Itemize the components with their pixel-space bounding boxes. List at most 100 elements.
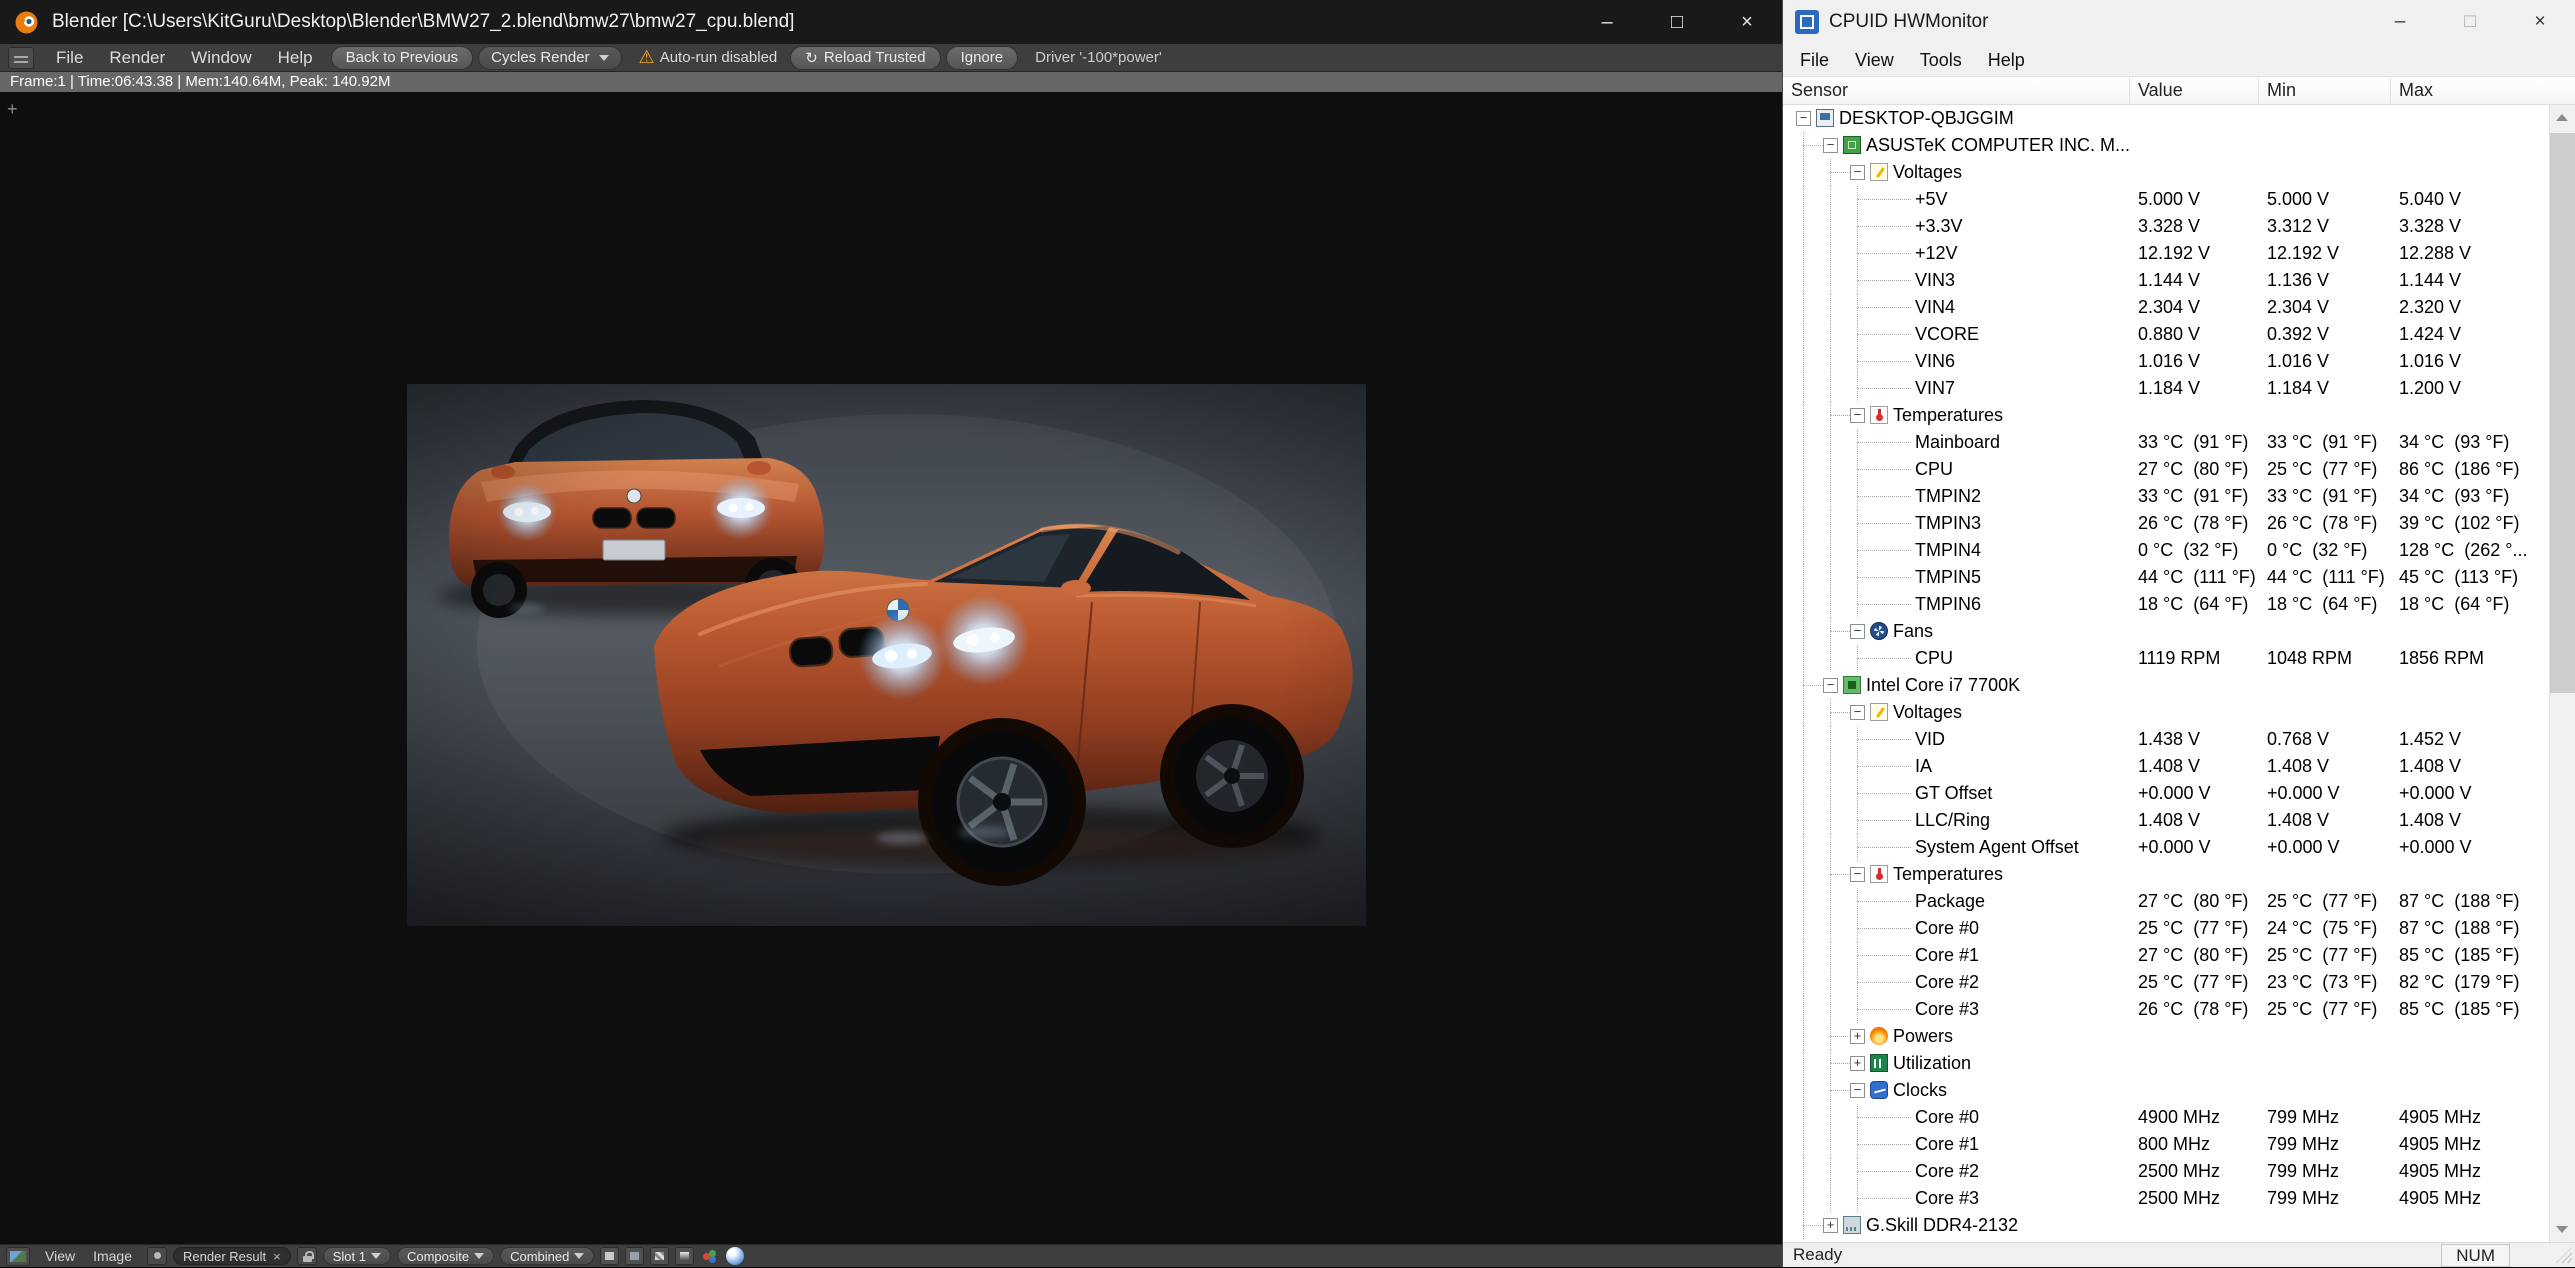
channel-rgb-button[interactable]	[625, 1247, 644, 1265]
color-sample-icon[interactable]	[700, 1247, 720, 1265]
sensor-row[interactable]: System Agent Offset+0.000 V+0.000 V+0.00…	[1783, 834, 2549, 861]
sensor-row[interactable]: −Voltages	[1783, 699, 2549, 726]
sensor-row[interactable]: TMPIN40 °C (32 °F)0 °C (32 °F)128 °C (26…	[1783, 537, 2549, 564]
menu-view[interactable]: View	[1842, 50, 1907, 71]
menu-image[interactable]: Image	[84, 1245, 141, 1268]
menu-help[interactable]: Help	[265, 44, 326, 72]
sensor-row[interactable]: Core #32500 MHz799 MHz4905 MHz	[1783, 1185, 2549, 1212]
vertical-scrollbar[interactable]	[2549, 105, 2575, 1242]
sensor-row[interactable]: VCORE0.880 V0.392 V1.424 V	[1783, 321, 2549, 348]
sensor-row[interactable]: +G.Skill DDR4-2132	[1783, 1212, 2549, 1239]
sensor-row[interactable]: −Fans	[1783, 618, 2549, 645]
channel-z-button[interactable]	[675, 1247, 694, 1265]
sensor-row[interactable]: +5V5.000 V5.000 V5.040 V	[1783, 186, 2549, 213]
display-channel-select[interactable]: Combined	[500, 1247, 594, 1265]
region-expand-icon[interactable]: +	[7, 99, 18, 120]
menu-render[interactable]: Render	[96, 44, 178, 72]
tree-line	[1830, 969, 1831, 996]
sensor-row[interactable]: +Powers	[1783, 1023, 2549, 1050]
sensor-row[interactable]: TMPIN233 °C (91 °F)33 °C (91 °F)34 °C (9…	[1783, 483, 2549, 510]
sensor-row[interactable]: Core #04900 MHz799 MHz4905 MHz	[1783, 1104, 2549, 1131]
unlink-icon[interactable]: ×	[273, 1249, 281, 1264]
sensor-row[interactable]: −ASUSTeK COMPUTER INC. M...	[1783, 132, 2549, 159]
collapse-icon[interactable]: −	[1823, 138, 1838, 153]
sensor-row[interactable]: TMPIN544 °C (111 °F)44 °C (111 °F)45 °C …	[1783, 564, 2549, 591]
hwmonitor-minimize-button[interactable]: –	[2365, 0, 2435, 44]
scroll-down-icon[interactable]	[2550, 1216, 2575, 1242]
channel-alpha-button[interactable]	[650, 1247, 669, 1265]
resize-grip[interactable]	[2556, 1247, 2572, 1263]
collapse-icon[interactable]: −	[1850, 867, 1865, 882]
scroll-up-icon[interactable]	[2550, 105, 2575, 131]
slot-select[interactable]: Slot 1	[323, 1247, 391, 1265]
sensor-row[interactable]: −Temperatures	[1783, 861, 2549, 888]
sensor-row[interactable]: −Intel Core i7 7700K	[1783, 672, 2549, 699]
hwmonitor-close-button[interactable]: ×	[2505, 0, 2575, 44]
sensor-row[interactable]: Core #025 °C (77 °F)24 °C (75 °F)87 °C (…	[1783, 915, 2549, 942]
menu-help[interactable]: Help	[1975, 50, 2038, 71]
collapse-icon[interactable]: −	[1796, 111, 1811, 126]
sensor-row[interactable]: CPU1119 RPM1048 RPM1856 RPM	[1783, 645, 2549, 672]
sensor-row[interactable]: Core #326 °C (78 °F)25 °C (77 °F)85 °C (…	[1783, 996, 2549, 1023]
sensor-row[interactable]: Core #1800 MHz799 MHz4905 MHz	[1783, 1131, 2549, 1158]
sensor-row[interactable]: +12V12.192 V12.192 V12.288 V	[1783, 240, 2549, 267]
sensor-row[interactable]: Core #225 °C (77 °F)23 °C (73 °F)82 °C (…	[1783, 969, 2549, 996]
sensor-row[interactable]: GT Offset+0.000 V+0.000 V+0.000 V	[1783, 780, 2549, 807]
sensor-row[interactable]: VIN71.184 V1.184 V1.200 V	[1783, 375, 2549, 402]
image-editor-type-icon[interactable]	[6, 1247, 30, 1266]
sensor-row[interactable]: LLC/Ring1.408 V1.408 V1.408 V	[1783, 807, 2549, 834]
info-editor-type-icon[interactable]	[8, 47, 34, 69]
column-header-sensor[interactable]: Sensor	[1783, 77, 2130, 104]
column-header-value[interactable]: Value	[2130, 77, 2259, 104]
color-management-icon[interactable]	[726, 1247, 744, 1265]
sensor-row[interactable]: +Utilization	[1783, 1050, 2549, 1077]
sensor-row[interactable]: +3.3V3.328 V3.312 V3.328 V	[1783, 213, 2549, 240]
ignore-button[interactable]: Ignore	[946, 46, 1019, 70]
blender-maximize-button[interactable]: □	[1642, 0, 1712, 44]
hwmonitor-maximize-button[interactable]: □	[2435, 0, 2505, 44]
expand-icon[interactable]: +	[1823, 1218, 1838, 1233]
pass-select[interactable]: Composite	[397, 1247, 494, 1265]
reload-trusted-button[interactable]: ↻ Reload Trusted	[790, 46, 940, 70]
render-engine-select[interactable]: Cycles Render	[478, 46, 621, 70]
menu-file[interactable]: File	[43, 44, 96, 72]
sensor-row[interactable]: CPU27 °C (80 °F)25 °C (77 °F)86 °C (186 …	[1783, 456, 2549, 483]
sensor-row[interactable]: −Clocks	[1783, 1077, 2549, 1104]
sensor-row[interactable]: Package27 °C (80 °F)25 °C (77 °F)87 °C (…	[1783, 888, 2549, 915]
blender-close-button[interactable]: ×	[1712, 0, 1782, 44]
collapse-icon[interactable]: −	[1850, 624, 1865, 639]
channel-rgba-button[interactable]	[600, 1247, 619, 1265]
collapse-icon[interactable]: −	[1850, 705, 1865, 720]
collapse-icon[interactable]: −	[1850, 1083, 1865, 1098]
sensor-row[interactable]: Mainboard33 °C (91 °F)33 °C (91 °F)34 °C…	[1783, 429, 2549, 456]
sensor-row[interactable]: Core #22500 MHz799 MHz4905 MHz	[1783, 1158, 2549, 1185]
expand-icon[interactable]: +	[1850, 1056, 1865, 1071]
sensor-row[interactable]: TMPIN618 °C (64 °F)18 °C (64 °F)18 °C (6…	[1783, 591, 2549, 618]
sensor-row[interactable]: −Voltages	[1783, 159, 2549, 186]
menu-view[interactable]: View	[36, 1245, 84, 1268]
collapse-icon[interactable]: −	[1823, 678, 1838, 693]
expand-icon[interactable]: +	[1850, 1029, 1865, 1044]
sensor-row[interactable]: Core #127 °C (80 °F)25 °C (77 °F)85 °C (…	[1783, 942, 2549, 969]
sensor-row[interactable]: VIN31.144 V1.136 V1.144 V	[1783, 267, 2549, 294]
image-datablock[interactable]: Render Result ×	[173, 1247, 291, 1265]
pin-icon[interactable]	[147, 1247, 167, 1265]
lock-icon[interactable]	[297, 1247, 317, 1265]
menu-file[interactable]: File	[1787, 50, 1842, 71]
sensor-row[interactable]: VIN42.304 V2.304 V2.320 V	[1783, 294, 2549, 321]
column-header-max[interactable]: Max	[2391, 77, 2575, 104]
sensor-row[interactable]: IA1.408 V1.408 V1.408 V	[1783, 753, 2549, 780]
scrollbar-thumb[interactable]	[2550, 133, 2575, 693]
collapse-icon[interactable]: −	[1850, 165, 1865, 180]
menu-tools[interactable]: Tools	[1907, 50, 1975, 71]
sensor-row[interactable]: TMPIN326 °C (78 °F)26 °C (78 °F)39 °C (1…	[1783, 510, 2549, 537]
column-header-min[interactable]: Min	[2259, 77, 2391, 104]
back-to-previous-button[interactable]: Back to Previous	[331, 46, 474, 70]
blender-minimize-button[interactable]: –	[1572, 0, 1642, 44]
sensor-row[interactable]: VIN61.016 V1.016 V1.016 V	[1783, 348, 2549, 375]
menu-window[interactable]: Window	[178, 44, 264, 72]
sensor-row[interactable]: −DESKTOP-QBJGGIM	[1783, 105, 2549, 132]
sensor-row[interactable]: −Temperatures	[1783, 402, 2549, 429]
sensor-row[interactable]: VID1.438 V0.768 V1.452 V	[1783, 726, 2549, 753]
collapse-icon[interactable]: −	[1850, 408, 1865, 423]
